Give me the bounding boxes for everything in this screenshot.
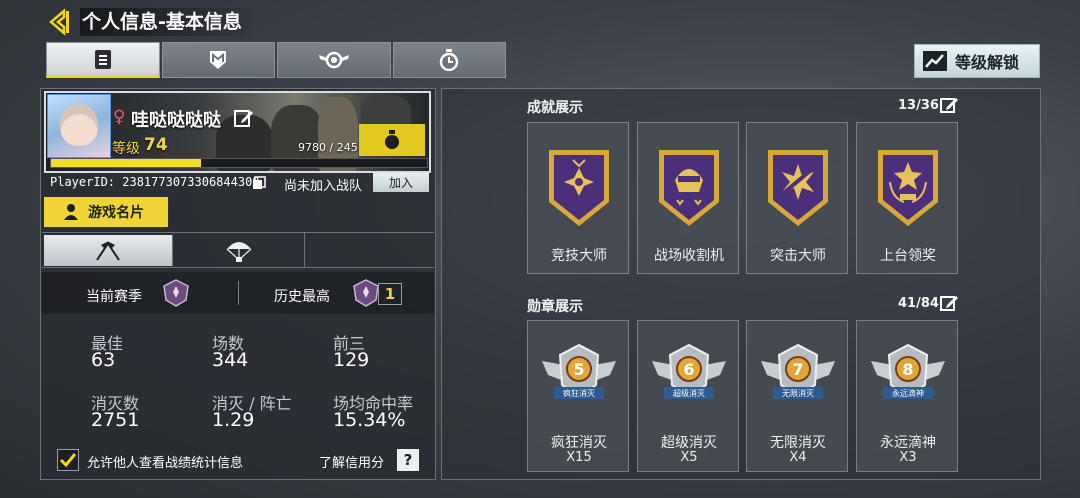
back-button[interactable] [46, 8, 74, 36]
medal-ribbon-text: 疯狂消灭 [563, 389, 595, 398]
game-card-button[interactable]: 游戏名片 [44, 197, 168, 227]
medal-tile[interactable]: 8 永远滴神 永远滴神 X3 [856, 320, 958, 472]
medal-tile[interactable]: 5 疯狂消灭 疯狂消灭 X15 [527, 320, 629, 472]
join-clan-button[interactable]: 加入 [373, 173, 429, 192]
medal-tile[interactable]: 7 无限消灭 无限消灭 X4 [746, 320, 848, 472]
medals-title: 勋章展示 [527, 299, 583, 315]
medal-label: 超级消灭 [661, 435, 717, 451]
medal-ribbon-text: 永远滴神 [892, 389, 924, 398]
achievements-count: 13/36 [898, 98, 939, 113]
tab-empty [305, 233, 434, 268]
medal-tile[interactable]: 6 超级消灭 超级消灭 X5 [637, 320, 739, 472]
stat-value: 2751 [91, 409, 140, 431]
grenade-icon [385, 130, 399, 149]
chart-up-icon [923, 51, 947, 71]
tab-battle-royale[interactable] [175, 233, 305, 268]
level-value: 74 [144, 135, 168, 155]
medal-count: X4 [789, 450, 807, 465]
allow-view-checkbox[interactable] [57, 449, 79, 471]
level-label: 等级 [112, 141, 140, 157]
achievement-tile[interactable]: 战场收割机 [637, 122, 739, 274]
edit-medals-icon[interactable] [940, 294, 960, 312]
medals-count: 41/84 [898, 296, 939, 311]
stat-value: 63 [91, 349, 116, 371]
winged-emblem-icon [318, 51, 349, 69]
tab-medals[interactable] [161, 42, 275, 78]
stat-value: 344 [212, 349, 249, 371]
avatar-face [60, 104, 98, 146]
tab-multiplayer[interactable] [44, 235, 174, 266]
credit-score-link[interactable]: 了解信用分 [319, 452, 384, 471]
gender-female-icon: ♀ [113, 107, 126, 127]
stat-value: 129 [333, 349, 370, 371]
skull-mask-icon [659, 150, 719, 226]
achievement-label: 战场收割机 [654, 248, 724, 264]
medal-ribbon-text: 无限消灭 [782, 389, 814, 398]
achievement-tile[interactable]: 上台领奖 [856, 122, 958, 274]
checkmark-icon [59, 453, 77, 468]
svg-text:6: 6 [683, 360, 694, 379]
crossed-rifles-icon [768, 150, 828, 226]
achievement-label: 突击大师 [770, 248, 826, 264]
svg-text:5: 5 [573, 360, 584, 379]
person-card-icon [64, 204, 78, 220]
tab-emblem[interactable] [277, 42, 391, 78]
current-season-rank-icon [161, 278, 191, 308]
trophy-star-icon [878, 150, 938, 226]
page-title: 个人信息-基本信息 [80, 8, 252, 36]
player-id: PlayerID: 2381773073306844308 [50, 175, 260, 189]
edit-achievements-icon[interactable] [940, 96, 960, 114]
achievement-label: 上台领奖 [880, 248, 936, 264]
medal-label: 疯狂消灭 [551, 435, 607, 451]
shield-m-icon [210, 51, 227, 69]
history-rank-number: 1 [378, 283, 402, 305]
stopwatch-icon [440, 49, 459, 71]
medal-ribbon-text: 超级消灭 [673, 389, 705, 398]
history-best-label: 历史最高 [274, 289, 330, 305]
history-rank-icon [351, 278, 381, 308]
parachute-icon [227, 241, 252, 262]
player-name: 哇哒哒哒哒 [131, 110, 221, 131]
achievement-tile[interactable]: 竞技大师 [527, 122, 629, 274]
svg-text:8: 8 [902, 360, 913, 379]
medal-label: 永远滴神 [880, 435, 936, 451]
top-tabs [46, 42, 506, 78]
medal-count: X3 [899, 450, 917, 465]
stat-value: 15.34% [333, 409, 406, 431]
tab-timer[interactable] [392, 42, 506, 78]
grenade-badge [359, 124, 425, 156]
crossed-flags-icon [96, 240, 120, 261]
svg-text:7: 7 [792, 360, 803, 379]
xp-progress-fill [51, 159, 201, 167]
level-unlock-button[interactable]: 等级解锁 [914, 44, 1040, 78]
current-season-label: 当前赛季 [86, 289, 142, 305]
back-arrow-icon [49, 8, 69, 36]
cross-medal-icon [549, 150, 609, 226]
stat-value: 1.29 [212, 409, 255, 431]
medal-count: X15 [566, 450, 592, 465]
clan-status: 尚未加入战队 [284, 179, 363, 194]
edit-name-icon[interactable] [234, 108, 254, 128]
clipboard-icon [94, 50, 111, 69]
medal-label: 无限消灭 [770, 435, 826, 451]
copy-icon[interactable] [252, 175, 266, 189]
achievement-label: 竞技大师 [551, 248, 607, 264]
season-divider [238, 281, 239, 305]
achievements-title: 成就展示 [527, 100, 583, 116]
help-button[interactable]: ? [397, 449, 419, 471]
tab-basic-info[interactable] [46, 42, 160, 78]
mode-tabs [42, 232, 434, 268]
allow-view-label: 允许他人查看战绩统计信息 [87, 456, 244, 471]
game-card-label: 游戏名片 [88, 205, 144, 221]
medal-count: X5 [680, 450, 698, 465]
level-unlock-label: 等级解锁 [955, 53, 1020, 72]
achievement-tile[interactable]: 突击大师 [746, 122, 848, 274]
